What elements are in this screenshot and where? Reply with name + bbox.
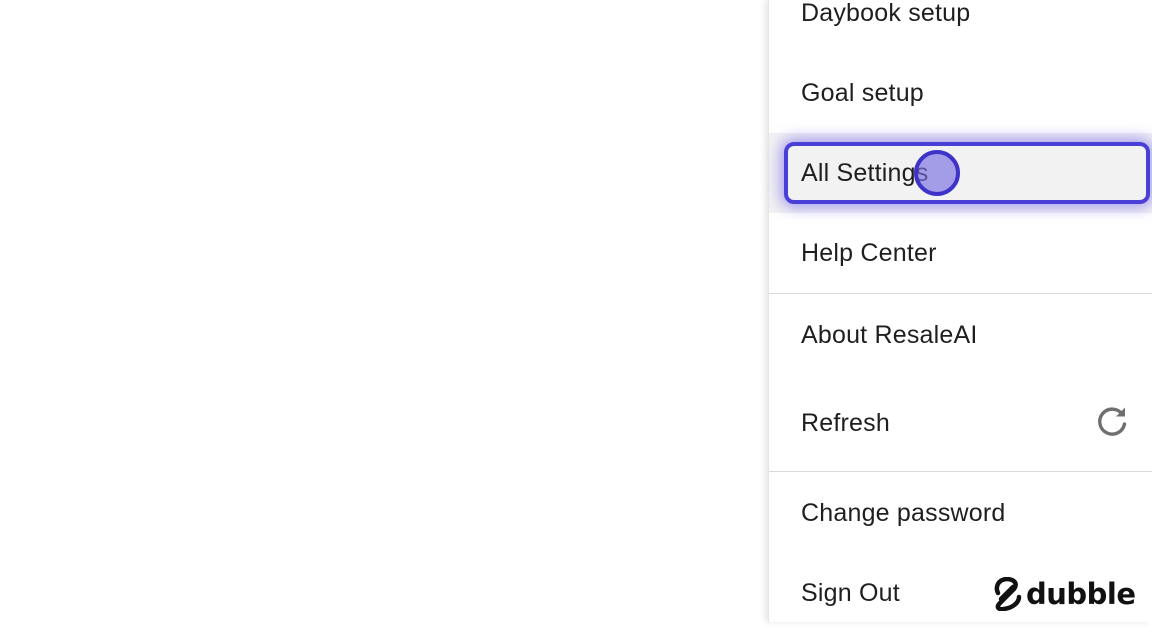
menu-divider (769, 471, 1152, 472)
account-menu: Daybook setup Goal setup All Settings He… (768, 0, 1152, 622)
menu-divider (769, 293, 1152, 294)
menu-item-help-center[interactable]: Help Center (769, 213, 1152, 293)
menu-item-daybook-setup[interactable]: Daybook setup (769, 0, 1152, 53)
brand-watermark: dubble (992, 574, 1136, 614)
menu-item-label: Change password (801, 498, 1006, 527)
page-backdrop (0, 0, 768, 622)
menu-item-label: About ResaleAI (801, 320, 978, 349)
menu-item-change-password[interactable]: Change password (769, 473, 1152, 553)
menu-item-label: Sign Out (801, 578, 900, 607)
brand-name: dubble (1026, 577, 1136, 611)
menu-item-label: Goal setup (801, 78, 924, 107)
dubble-logo-icon (994, 577, 1022, 611)
menu-item-about-resaleai[interactable]: About ResaleAI (769, 295, 1152, 375)
menu-item-goal-setup[interactable]: Goal setup (769, 53, 1152, 133)
menu-item-label: Refresh (801, 408, 890, 437)
menu-item-label: Daybook setup (801, 0, 971, 27)
refresh-icon[interactable] (1094, 404, 1130, 440)
menu-item-label: Help Center (801, 238, 937, 267)
menu-item-all-settings[interactable]: All Settings (769, 133, 1152, 213)
menu-item-label: All Settings (801, 158, 929, 187)
